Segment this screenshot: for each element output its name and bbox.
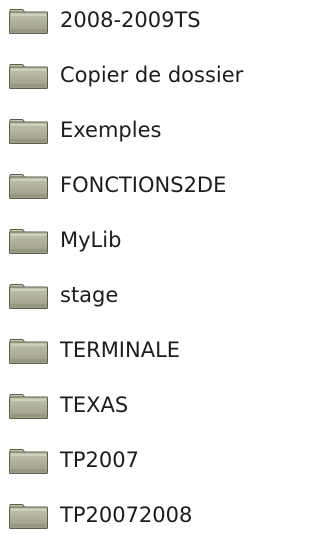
folder-label: TP2007 [60, 448, 139, 472]
folder-item-tp2007[interactable]: TP2007 [0, 440, 292, 480]
folder-label: stage [60, 283, 119, 307]
folder-item-tp20072008[interactable]: TP20072008 [0, 495, 292, 535]
folder-icon [9, 9, 48, 34]
folder-icon [9, 284, 48, 309]
folder-label: 2008-2009TS [60, 8, 201, 32]
folder-item-texas[interactable]: TEXAS [0, 385, 292, 425]
folder-label: FONCTIONS2DE [60, 173, 227, 197]
folder-icon [9, 504, 48, 529]
folder-label: MyLib [60, 228, 122, 252]
folder-item-copier-de-dossier[interactable]: Copier de dossier [0, 55, 292, 95]
folder-icon [9, 119, 48, 144]
folder-icon [9, 394, 48, 419]
folder-label: TEXAS [60, 393, 129, 417]
folder-label: Exemples [60, 118, 162, 142]
folder-icon [9, 229, 48, 254]
folder-icon [9, 339, 48, 364]
folder-label: Copier de dossier [60, 63, 244, 87]
folder-icon [9, 174, 48, 199]
folder-item-mylib[interactable]: MyLib [0, 220, 292, 260]
folder-icon [9, 449, 48, 474]
folder-item-fonctions2de[interactable]: FONCTIONS2DE [0, 165, 292, 205]
folder-list: 2008-2009TS Copier de dossier Exemples F… [0, 0, 292, 552]
folder-item-exemples[interactable]: Exemples [0, 110, 292, 150]
folder-item-terminale[interactable]: TERMINALE [0, 330, 292, 370]
folder-label: TP20072008 [60, 503, 193, 527]
folder-label: TERMINALE [60, 338, 181, 362]
folder-item-2008-2009ts[interactable]: 2008-2009TS [0, 0, 292, 40]
folder-icon [9, 64, 48, 89]
folder-item-stage[interactable]: stage [0, 275, 292, 315]
